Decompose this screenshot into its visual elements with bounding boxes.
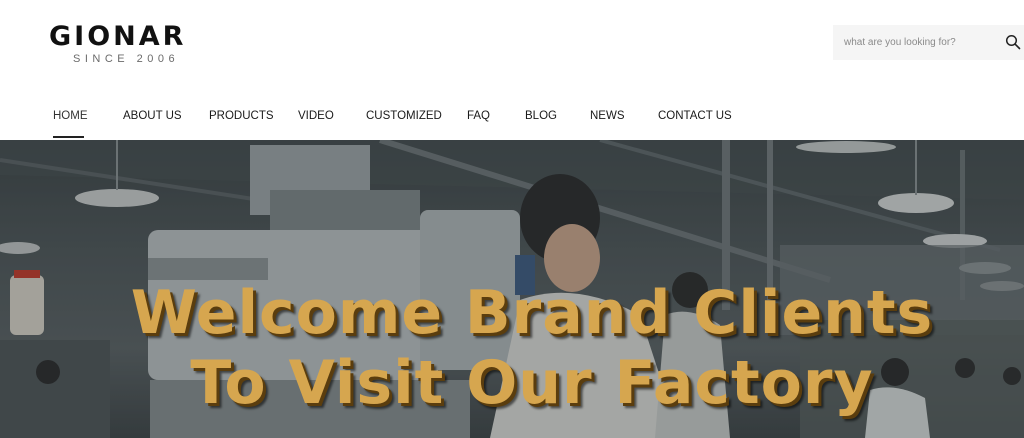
hero-headline: Welcome Brand Clients To Visit Our Facto…	[0, 278, 1024, 418]
hero-banner[interactable]: Welcome Brand Clients To Visit Our Facto…	[0, 140, 1024, 438]
nav-item-video[interactable]: VIDEO	[298, 104, 334, 140]
brand-name: GIONAR	[49, 21, 187, 52]
nav-item-news[interactable]: NEWS	[590, 104, 625, 140]
search-input[interactable]	[833, 25, 993, 60]
brand-tagline: SINCE 2006	[73, 53, 180, 65]
nav-item-customized[interactable]: CUSTOMIZED	[366, 104, 442, 140]
brand-logo[interactable]: GIONAR SINCE 2006	[49, 22, 194, 70]
nav-item-products[interactable]: PRODUCTS	[209, 104, 274, 140]
nav-item-home[interactable]: HOME	[53, 104, 88, 140]
search-icon[interactable]	[1005, 34, 1021, 50]
hero-headline-line1: Welcome Brand Clients	[130, 278, 934, 348]
nav-item-blog[interactable]: BLOG	[525, 104, 557, 140]
nav-active-indicator	[53, 136, 84, 138]
search-box	[833, 25, 1024, 60]
site-header: GIONAR SINCE 2006 HOME ABOUT US PRODUCTS…	[0, 0, 1024, 140]
nav-item-about-us[interactable]: ABOUT US	[123, 104, 182, 140]
nav-item-faq[interactable]: FAQ	[467, 104, 490, 140]
nav-item-contact-us[interactable]: CONTACT US	[658, 104, 732, 140]
main-nav: HOME ABOUT US PRODUCTS VIDEO CUSTOMIZED …	[0, 104, 1024, 140]
hero-headline-line2: To Visit Our Factory	[190, 348, 874, 418]
